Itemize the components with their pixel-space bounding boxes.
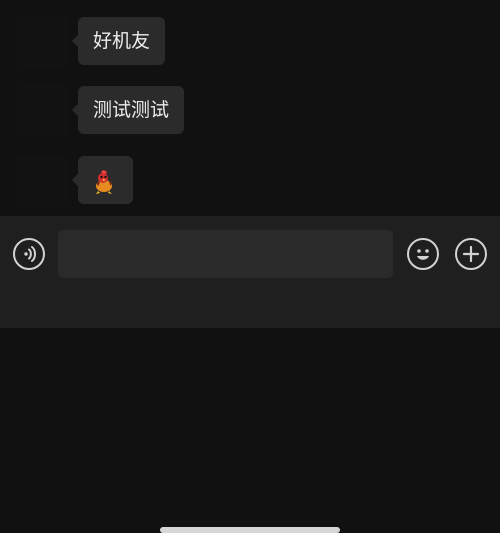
message-input[interactable] — [58, 230, 393, 278]
input-bar — [0, 216, 500, 533]
message-bubble[interactable]: 好机友 — [71, 17, 166, 65]
emoji-button[interactable] — [407, 238, 439, 270]
home-indicator[interactable] — [160, 527, 340, 533]
message-row: 测试测试 — [0, 86, 500, 136]
sticker-bubble[interactable] — [72, 156, 133, 204]
message-text: 测试测试 — [93, 99, 170, 121]
avatar[interactable] — [16, 16, 66, 66]
voice-icon — [24, 246, 36, 262]
plus-icon — [462, 245, 480, 263]
message-text: 好机友 — [93, 30, 151, 52]
duck-sticker-icon — [96, 170, 112, 194]
message-row: 好机友 — [0, 16, 500, 66]
message-row — [0, 156, 500, 206]
voice-button[interactable] — [13, 238, 45, 270]
avatar[interactable] — [16, 86, 66, 136]
emoji-icon — [417, 249, 429, 260]
plus-button[interactable] — [455, 238, 487, 270]
avatar[interactable] — [16, 156, 66, 206]
chat-history: 好机友 测试测试 — [0, 0, 500, 216]
message-bubble[interactable]: 测试测试 — [71, 86, 185, 134]
